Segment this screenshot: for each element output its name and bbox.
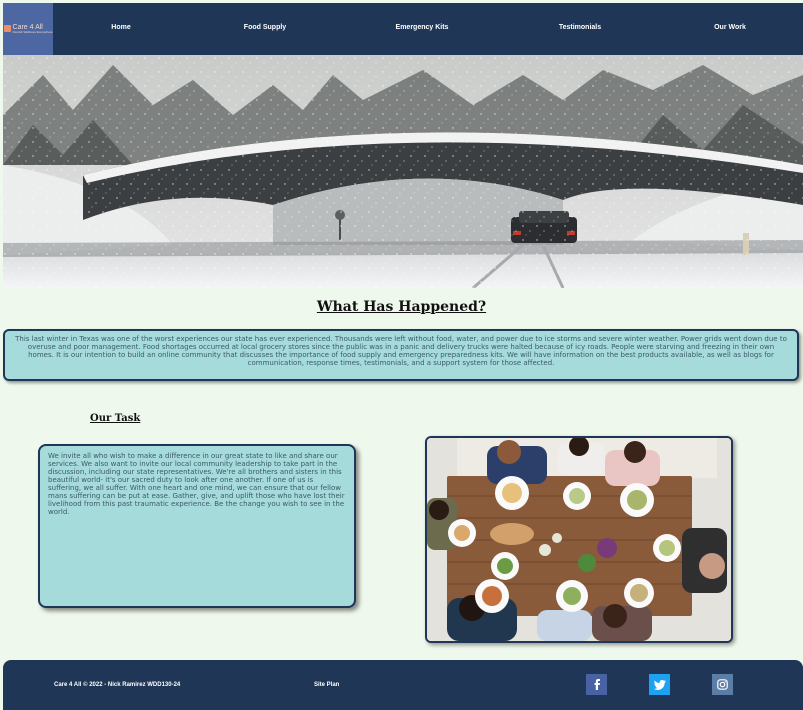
nav-emergency-kits[interactable]: Emergency Kits <box>391 3 453 55</box>
brand-logo[interactable]: Care 4 All Nourish Wellness Everywhere <box>3 3 53 55</box>
basket-icon <box>3 24 11 32</box>
task-heading: Our Task <box>90 413 141 424</box>
task-text: We invite all who wish to make a differe… <box>48 452 345 516</box>
task-panel: We invite all who wish to make a differe… <box>38 444 356 608</box>
intro-panel: This last winter in Texas was one of the… <box>3 329 799 381</box>
nav-home[interactable]: Home <box>100 3 142 55</box>
intro-text: This last winter in Texas was one of the… <box>15 335 787 367</box>
logo-tagline: Nourish Wellness Everywhere <box>12 30 53 34</box>
top-nav: Care 4 All Nourish Wellness Everywhere H… <box>3 3 803 55</box>
page-heading: What Has Happened? <box>316 299 487 315</box>
facebook-icon[interactable] <box>586 674 607 695</box>
site-plan-link[interactable]: Site Plan <box>314 660 339 710</box>
nav-our-work[interactable]: Our Work <box>709 3 751 55</box>
community-meal-photo <box>425 436 733 643</box>
site-footer: Care 4 All © 2022 - Nick Ramirez WDD130-… <box>3 660 803 710</box>
hero-image-snowy-bridge <box>3 55 803 288</box>
logo-text: Care 4 All Nourish Wellness Everywhere <box>13 24 53 34</box>
nav-testimonials[interactable]: Testimonials <box>555 3 605 55</box>
footer-copyright: Care 4 All © 2022 - Nick Ramirez WDD130-… <box>54 682 181 688</box>
instagram-icon[interactable] <box>712 674 733 695</box>
twitter-icon[interactable] <box>649 674 670 695</box>
nav-food-supply[interactable]: Food Supply <box>238 3 292 55</box>
